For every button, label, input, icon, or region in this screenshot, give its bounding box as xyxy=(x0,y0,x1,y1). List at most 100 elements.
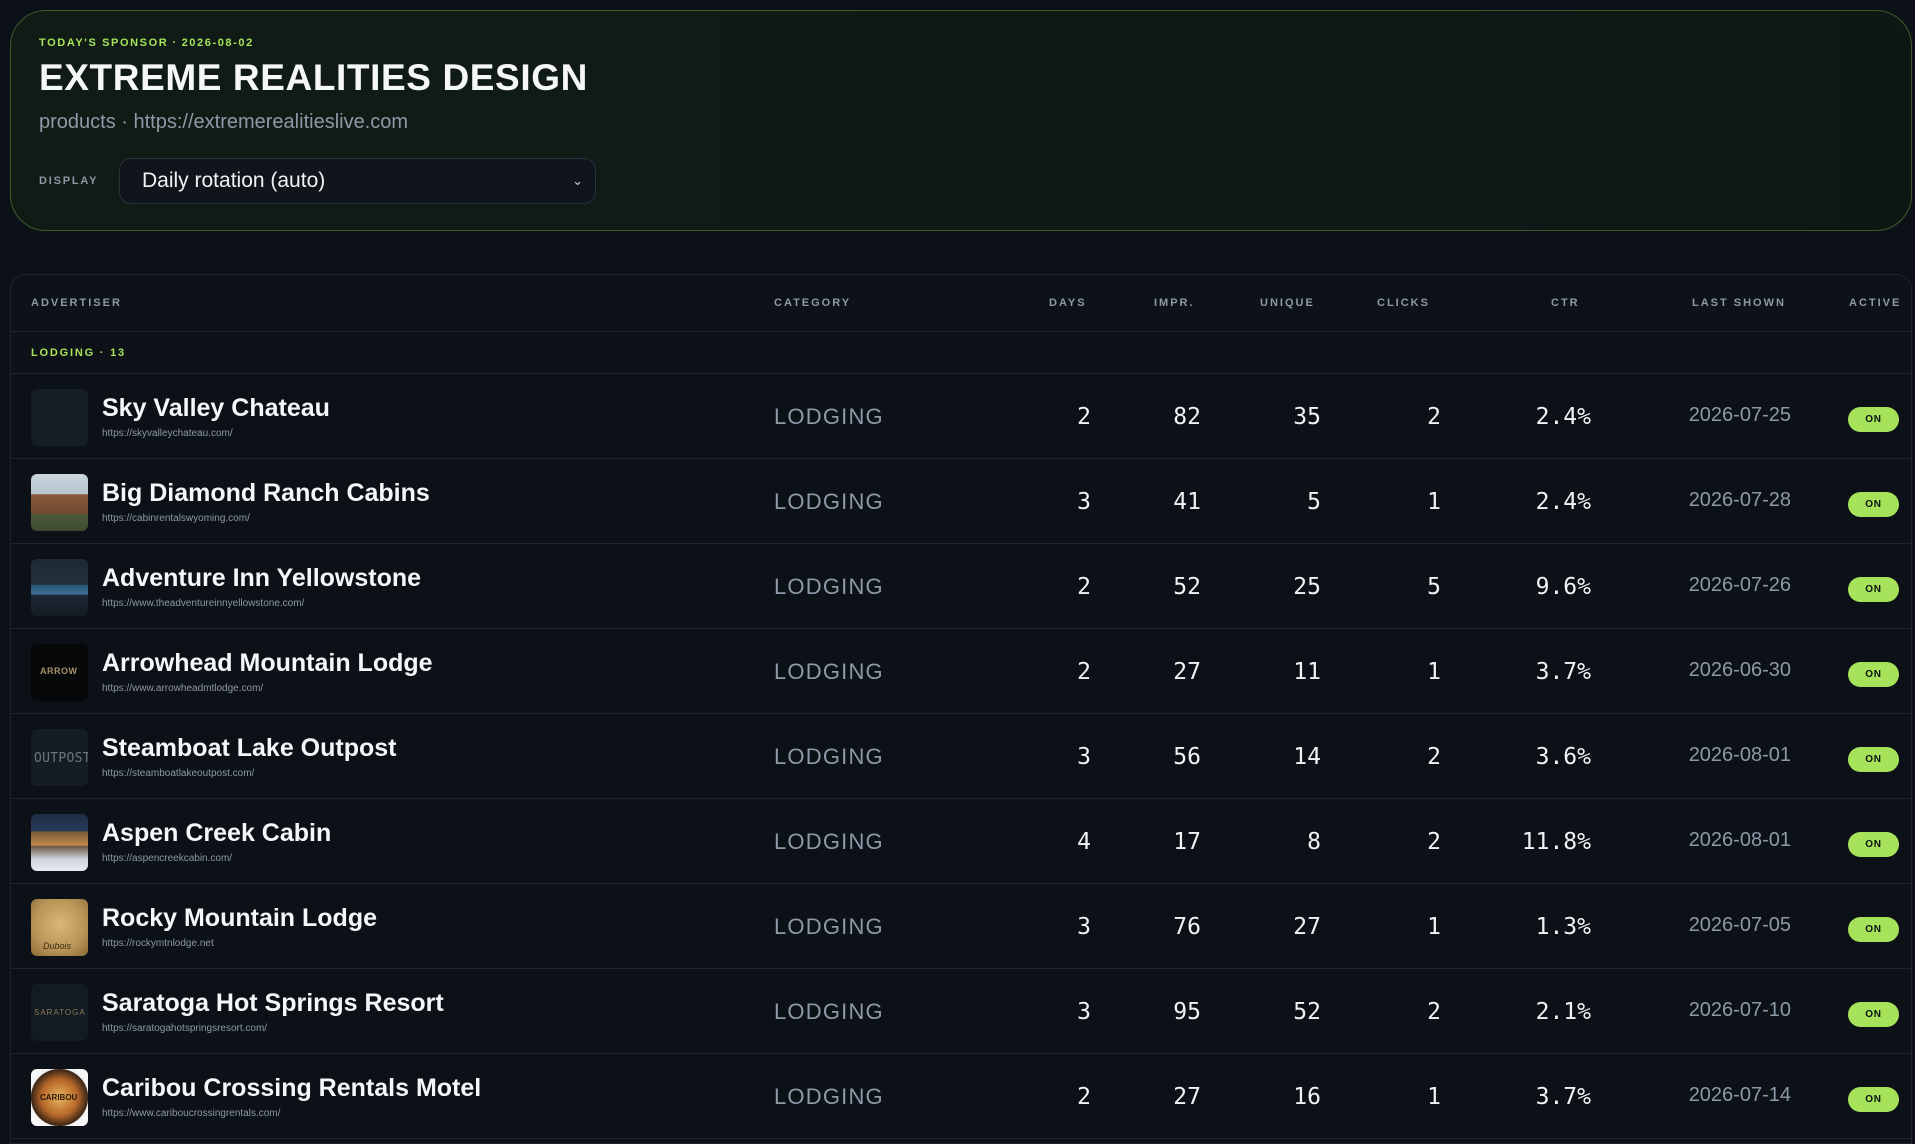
display-label: DISPLAY xyxy=(39,175,99,187)
header-clicks[interactable]: CLICKS xyxy=(1377,297,1430,309)
table-row[interactable]: OUTPOST Steamboat Lake Outpost https://ste… xyxy=(11,714,1911,799)
ctr-cell: 2.4% xyxy=(1535,404,1591,430)
impr-cell: 52 xyxy=(1173,574,1201,600)
days-cell: 2 xyxy=(1077,1084,1091,1110)
sponsor-date: 2026-08-02 xyxy=(181,37,254,49)
last-shown-cell: 2026-07-14 xyxy=(1688,1084,1791,1106)
ctr-cell: 11.8% xyxy=(1521,829,1591,855)
category-cell: LODGING xyxy=(774,999,884,1024)
days-cell: 3 xyxy=(1077,999,1091,1025)
advertiser-name[interactable]: Sky Valley Chateau xyxy=(102,394,330,423)
header-unique[interactable]: UNIQUE xyxy=(1260,297,1315,309)
display-select[interactable]: Daily rotation (auto) ⌄ xyxy=(119,158,596,204)
days-cell: 3 xyxy=(1077,744,1091,770)
active-toggle[interactable]: ON xyxy=(1848,577,1899,602)
table-row[interactable]: Dubois Rocky Mountain Lodge https://rockym… xyxy=(11,884,1911,969)
unique-cell: 8 xyxy=(1307,829,1321,855)
table-row[interactable]: Big Diamond Ranch Cabins https://cabinren… xyxy=(11,459,1911,544)
sponsor-name: EXTREME REALITIES DESIGN xyxy=(39,57,588,98)
advertiser-url[interactable]: https://aspencreekcabin.com/ xyxy=(102,853,232,864)
unique-cell: 27 xyxy=(1293,914,1321,940)
days-cell: 2 xyxy=(1077,404,1091,430)
table-header: ADVERTISER CATEGORY DAYS IMPR. UNIQUE CL… xyxy=(11,275,1911,332)
impr-cell: 41 xyxy=(1173,489,1201,515)
last-shown-cell: 2026-08-01 xyxy=(1688,744,1791,766)
active-toggle[interactable]: ON xyxy=(1848,1002,1899,1027)
header-advertiser[interactable]: ADVERTISER xyxy=(31,297,122,309)
unique-cell: 52 xyxy=(1293,999,1321,1025)
clicks-cell: 2 xyxy=(1427,744,1441,770)
advertiser-thumbnail: CARIBOU xyxy=(31,1069,88,1126)
days-cell: 3 xyxy=(1077,914,1091,940)
sponsor-url[interactable]: https://extremerealitieslive.com xyxy=(134,111,409,133)
active-toggle[interactable]: ON xyxy=(1848,492,1899,517)
last-shown-cell: 2026-07-26 xyxy=(1688,574,1791,596)
advertiser-url[interactable]: https://www.cariboucrossingrentals.com/ xyxy=(102,1108,280,1119)
unique-cell: 14 xyxy=(1293,744,1321,770)
category-cell: LODGING xyxy=(774,489,884,514)
active-toggle[interactable]: ON xyxy=(1848,407,1899,432)
active-toggle[interactable]: ON xyxy=(1848,662,1899,687)
impr-cell: 95 xyxy=(1173,999,1201,1025)
advertiser-url[interactable]: https://steamboatlakeoutpost.com/ xyxy=(102,768,254,779)
header-category[interactable]: CATEGORY xyxy=(774,297,851,309)
advertiser-name[interactable]: Arrowhead Mountain Lodge xyxy=(102,649,433,678)
clicks-cell: 2 xyxy=(1427,999,1441,1025)
display-select-value: Daily rotation (auto) xyxy=(142,169,326,192)
ctr-cell: 3.7% xyxy=(1535,1084,1591,1110)
clicks-cell: 1 xyxy=(1427,659,1441,685)
table-row[interactable]: ARROW Arrowhead Mountain Lodge https://www… xyxy=(11,629,1911,714)
last-shown-cell: 2026-07-28 xyxy=(1688,489,1791,511)
impr-cell: 27 xyxy=(1173,659,1201,685)
advertiser-url[interactable]: https://cabinrentalswyoming.com/ xyxy=(102,513,250,524)
advertiser-url[interactable]: https://saratogahotspringsresort.com/ xyxy=(102,1023,267,1034)
ctr-cell: 1.3% xyxy=(1535,914,1591,940)
table-row[interactable]: Adventure Inn Yellowstone https://www.the… xyxy=(11,544,1911,629)
category-cell: LODGING xyxy=(774,574,884,599)
advertiser-thumbnail xyxy=(31,814,88,871)
header-days[interactable]: DAYS xyxy=(1049,297,1087,309)
advertiser-name[interactable]: Rocky Mountain Lodge xyxy=(102,904,377,933)
ctr-cell: 2.4% xyxy=(1535,489,1591,515)
advertiser-name[interactable]: Caribou Crossing Rentals Motel xyxy=(102,1074,481,1103)
advertiser-thumbnail: ARROW xyxy=(31,644,88,701)
active-toggle[interactable]: ON xyxy=(1848,1087,1899,1112)
unique-cell: 5 xyxy=(1307,489,1321,515)
table-row[interactable]: CARIBOU Caribou Crossing Rentals Motel htt… xyxy=(11,1054,1911,1139)
last-shown-cell: 2026-06-30 xyxy=(1688,659,1791,681)
category-cell: LODGING xyxy=(774,914,884,939)
sponsor-eyebrow-label: TODAY'S SPONSOR xyxy=(39,37,169,49)
last-shown-cell: 2026-07-05 xyxy=(1688,914,1791,936)
table-row[interactable]: Aspen Creek Cabin https://aspencreekcabin… xyxy=(11,799,1911,884)
days-cell: 2 xyxy=(1077,574,1091,600)
advertiser-name[interactable]: Big Diamond Ranch Cabins xyxy=(102,479,430,508)
advertiser-name[interactable]: Adventure Inn Yellowstone xyxy=(102,564,421,593)
advertiser-name[interactable]: Aspen Creek Cabin xyxy=(102,819,331,848)
active-toggle[interactable]: ON xyxy=(1848,917,1899,942)
header-ctr[interactable]: CTR xyxy=(1551,297,1580,309)
sponsor-eyebrow: TODAY'S SPONSOR · 2026-08-02 xyxy=(39,37,254,49)
advertiser-url[interactable]: https://rockymtnlodge.net xyxy=(102,938,214,949)
header-last-shown[interactable]: LAST SHOWN xyxy=(1692,297,1786,309)
category-cell: LODGING xyxy=(774,744,884,769)
active-toggle[interactable]: ON xyxy=(1848,832,1899,857)
header-active[interactable]: ACTIVE xyxy=(1849,297,1901,309)
table-row[interactable]: SARATOGA Saratoga Hot Springs Resort https… xyxy=(11,969,1911,1054)
active-toggle[interactable]: ON xyxy=(1848,747,1899,772)
advertiser-thumbnail: Dubois xyxy=(31,899,88,956)
advertiser-url[interactable]: https://www.arrowheadmtlodge.com/ xyxy=(102,683,263,694)
impr-cell: 17 xyxy=(1173,829,1201,855)
ctr-cell: 2.1% xyxy=(1535,999,1591,1025)
advertiser-name[interactable]: Steamboat Lake Outpost xyxy=(102,734,397,763)
clicks-cell: 1 xyxy=(1427,489,1441,515)
header-impr[interactable]: IMPR. xyxy=(1154,297,1195,309)
table-row[interactable]: Sky Valley Chateau https://skyvalleychate… xyxy=(11,374,1911,459)
unique-cell: 16 xyxy=(1293,1084,1321,1110)
advertiser-thumbnail xyxy=(31,474,88,531)
advertiser-url[interactable]: https://skyvalleychateau.com/ xyxy=(102,428,233,439)
advertiser-name[interactable]: Saratoga Hot Springs Resort xyxy=(102,989,444,1018)
advertiser-url[interactable]: https://www.theadventureinnyellowstone.c… xyxy=(102,598,304,609)
table-body: Sky Valley Chateau https://skyvalleychate… xyxy=(11,374,1911,1139)
last-shown-cell: 2026-07-10 xyxy=(1688,999,1791,1021)
chevron-down-icon: ⌄ xyxy=(572,173,583,188)
